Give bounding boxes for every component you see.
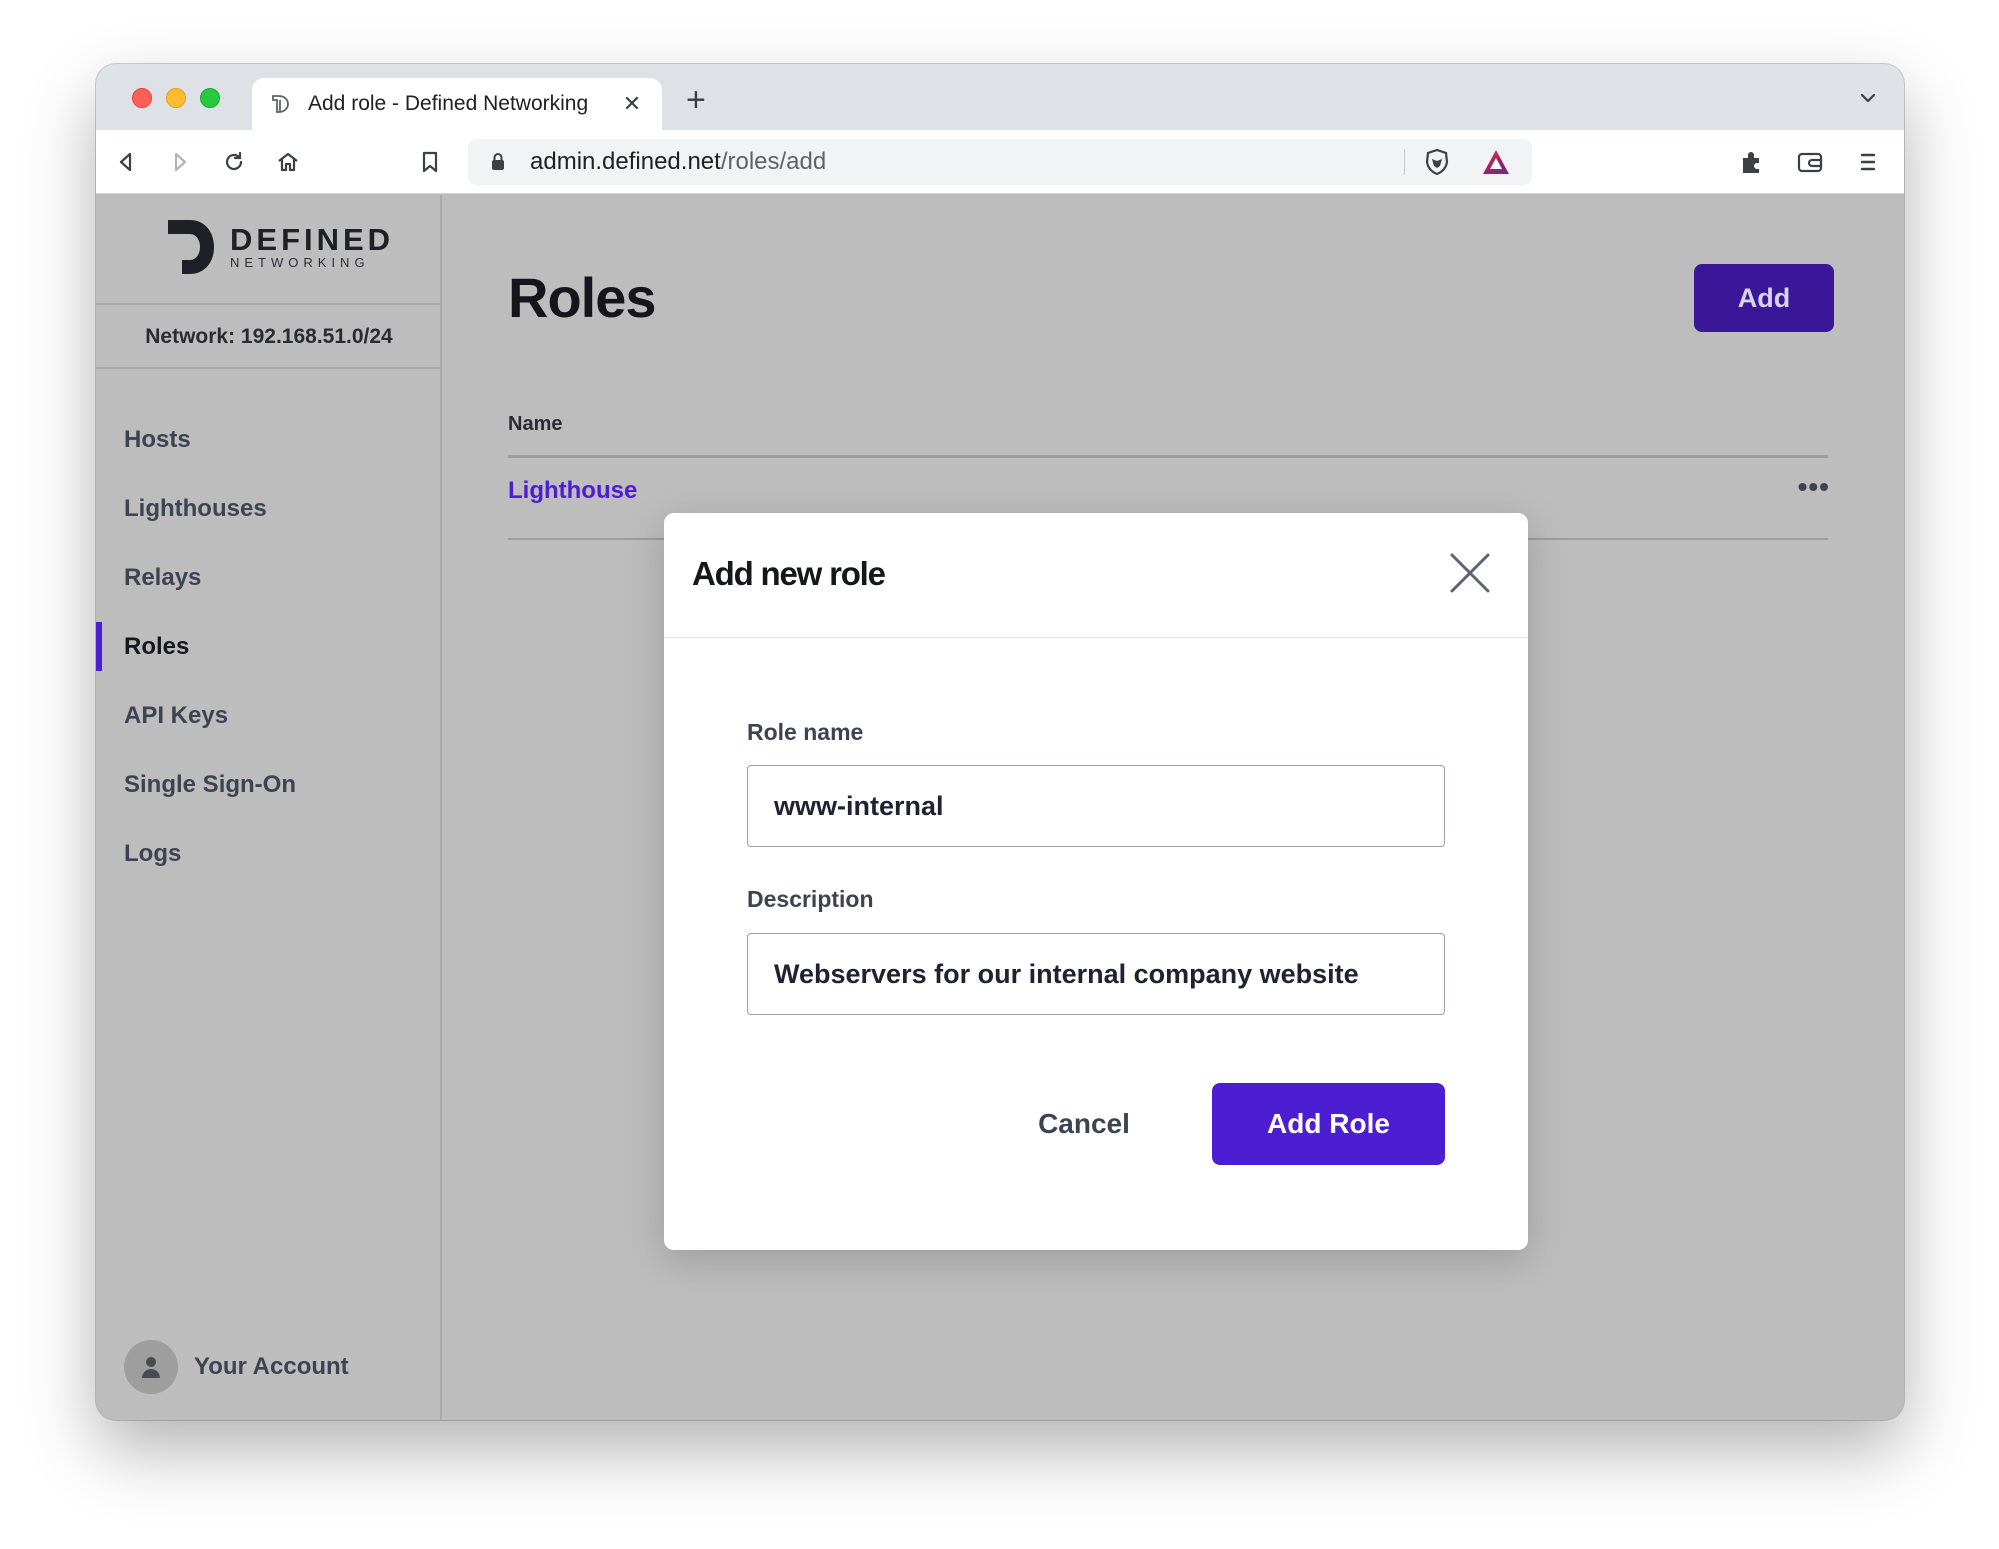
sidebar-item-relays[interactable]: Relays <box>96 543 442 612</box>
url-host: admin.defined.net <box>530 148 721 175</box>
sidebar-item-roles[interactable]: Roles <box>96 612 442 681</box>
url-separator <box>1404 149 1405 175</box>
add-role-modal: Add new role Role name www-internal Desc… <box>664 513 1528 1250</box>
cancel-button[interactable]: Cancel <box>1004 1083 1164 1165</box>
browser-tab[interactable]: Add role - Defined Networking ✕ <box>252 78 662 130</box>
address-bar[interactable]: admin.defined.net/roles/add <box>468 139 1532 185</box>
browser-toolbar: admin.defined.net/roles/add <box>96 130 1904 194</box>
sidebar-item-single-sign-on[interactable]: Single Sign-On <box>96 750 442 819</box>
logo-sub-text: NETWORKING <box>230 255 370 270</box>
close-icon[interactable] <box>1448 551 1492 595</box>
sidebar-divider <box>96 303 442 305</box>
brave-rewards-icon[interactable] <box>1480 147 1512 182</box>
table-row-link[interactable]: Lighthouse <box>508 477 637 505</box>
zoom-window-button[interactable] <box>200 88 220 108</box>
logo-wordmark: DEFINED NETWORKING <box>230 224 394 270</box>
sidebar-item-hosts[interactable]: Hosts <box>96 405 442 474</box>
account-menu[interactable]: Your Account <box>124 1340 349 1394</box>
sidebar-item-logs[interactable]: Logs <box>96 819 442 888</box>
chevron-down-icon[interactable] <box>1858 88 1878 113</box>
add-role-button[interactable]: Add Role <box>1212 1083 1445 1165</box>
description-input[interactable]: Webservers for our internal company webs… <box>747 933 1445 1015</box>
url-text: admin.defined.net/roles/add <box>530 148 826 176</box>
role-name-label: Role name <box>747 719 864 745</box>
minimize-window-button[interactable] <box>166 88 186 108</box>
sidebar-item-api-keys[interactable]: API Keys <box>96 681 442 750</box>
logo-main-text: DEFINED <box>230 222 395 257</box>
sidebar-nav: Hosts Lighthouses Relays Roles API Keys … <box>96 405 442 888</box>
description-label: Description <box>747 886 874 912</box>
defined-favicon-icon <box>270 93 292 115</box>
menu-icon[interactable] <box>1852 146 1884 178</box>
tab-title: Add role - Defined Networking <box>308 92 589 115</box>
account-label: Your Account <box>194 1353 349 1380</box>
table-header-divider <box>508 455 1828 458</box>
back-icon[interactable] <box>110 146 142 178</box>
tab-close-icon[interactable]: ✕ <box>620 91 644 117</box>
modal-title: Add new role <box>692 555 886 592</box>
sidebar: DEFINED NETWORKING Network: 192.168.51.0… <box>96 195 442 1420</box>
browser-window: Add role - Defined Networking ✕ + admin.… <box>96 64 1904 1420</box>
home-icon[interactable] <box>272 146 304 178</box>
close-window-button[interactable] <box>132 88 152 108</box>
page-title: Roles <box>508 266 656 329</box>
role-name-input[interactable]: www-internal <box>747 765 1445 847</box>
modal-divider <box>664 637 1528 638</box>
row-more-icon[interactable]: ••• <box>1798 471 1830 503</box>
avatar <box>124 1340 178 1394</box>
reload-icon[interactable] <box>218 146 250 178</box>
user-icon <box>142 1357 160 1378</box>
lock-icon <box>490 152 510 172</box>
wallet-icon[interactable] <box>1794 146 1826 178</box>
sidebar-divider <box>96 367 442 369</box>
bookmark-icon[interactable] <box>414 146 446 178</box>
new-tab-icon[interactable]: + <box>686 82 706 118</box>
tab-bar: Add role - Defined Networking ✕ + <box>96 64 1904 130</box>
extensions-icon[interactable] <box>1736 146 1768 178</box>
add-button[interactable]: Add <box>1694 264 1834 332</box>
brave-shield-icon[interactable] <box>1422 147 1452 182</box>
url-path: /roles/add <box>720 148 827 175</box>
sidebar-item-lighthouses[interactable]: Lighthouses <box>96 474 442 543</box>
page-content: DEFINED NETWORKING Network: 192.168.51.0… <box>96 195 1904 1420</box>
forward-icon[interactable] <box>164 146 196 178</box>
defined-networking-logo[interactable]: DEFINED NETWORKING <box>166 217 394 277</box>
network-label: Network: 192.168.51.0/24 <box>145 325 393 348</box>
defined-logo-icon <box>168 220 214 274</box>
table-header-name: Name <box>508 413 563 435</box>
